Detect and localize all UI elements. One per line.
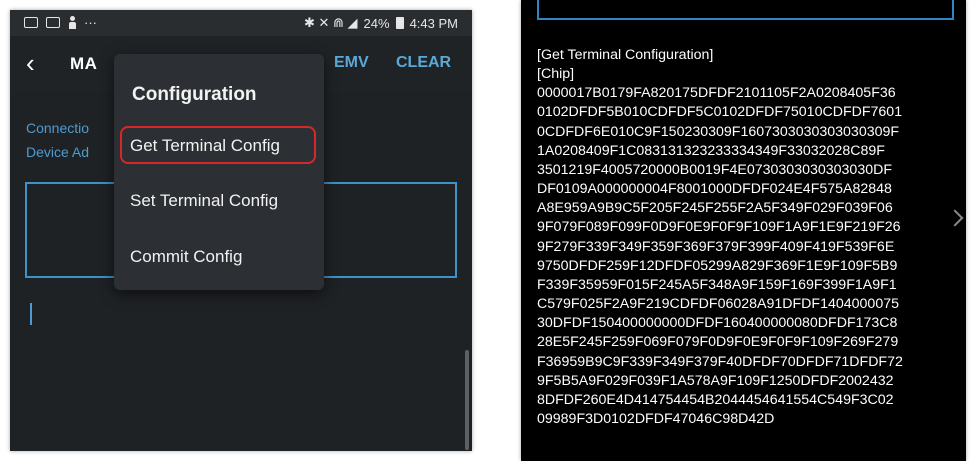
log-line: 09989F3D0102DFDF47046C98D42D — [537, 410, 775, 427]
log-line: [Chip] — [537, 66, 575, 83]
more-notifications-icon: ··· — [84, 15, 97, 30]
log-line: 9F5B5A9F029F039F1A578A9F109F1250DFDF2002… — [537, 372, 894, 389]
clear-button[interactable]: CLEAR — [396, 54, 451, 72]
emv-button[interactable]: EMV — [334, 54, 369, 72]
log-line: 3501219F4005720000B0019F4E07303030303030… — [537, 161, 893, 178]
log-line: F36959B9C9F339F349F379F40DFDF70DFDF71DFD… — [537, 353, 903, 370]
log-line: A8E959A9B9C5F205F245F255F2A5F349F029F039… — [537, 200, 893, 217]
log-line: 8DFDF260E4D414754454B2044454641554C549F3… — [537, 391, 894, 408]
menu-item-commit-config[interactable]: Commit Config — [120, 238, 316, 276]
status-icons: ✱ ✕ ⋒ ◢ — [304, 15, 358, 30]
log-line: 0000017B0179FA820175DFDF2101105F2A020840… — [537, 85, 896, 102]
menu-item-set-terminal-config[interactable]: Set Terminal Config — [120, 182, 316, 220]
text-cursor — [30, 303, 32, 325]
scrollbar[interactable] — [465, 350, 469, 450]
log-line: [Get Terminal Configuration] — [537, 47, 714, 63]
log-line: 0CDFDF6E010C9F150230309F1607303030303030… — [537, 123, 900, 140]
log-line: 28E5F245F259F069F079F0D9F0E9F0F9F109F269… — [537, 334, 899, 351]
log-line: 9750DFDF259F12DFDF05299A829F369F1E9F109F… — [537, 257, 898, 274]
phone-screen-left: ··· ✱ ✕ ⋒ ◢ 24% 4:43 PM ‹ MA EMV CLEAR C… — [10, 10, 472, 451]
log-line: 9F079F089F099F0D9F0E9F0F9F109F1A9F1E9F21… — [537, 219, 901, 236]
log-line: 0102DFDF5B010CDFDF5C0102DFDF75010CDFDF76… — [537, 104, 903, 121]
person-notification-icon — [68, 16, 76, 29]
log-line: 9F279F339F349F359F369F379F399F409F419F53… — [537, 238, 895, 255]
menu-item-label: Set Terminal Config — [130, 191, 279, 210]
configuration-menu: Configuration Get Terminal Config Set Te… — [114, 54, 324, 290]
app-title: MA — [70, 54, 98, 73]
status-bar: ··· ✱ ✕ ⋒ ◢ 24% 4:43 PM — [10, 10, 472, 36]
connection-label: Connectio — [26, 120, 90, 136]
log-line: DF0109A000000004F8001000DFDF024E4F575A82… — [537, 181, 892, 198]
gallery-notification-icon — [24, 17, 38, 28]
image-notification-icon — [46, 17, 60, 28]
command-input-box[interactable] — [537, 0, 954, 20]
log-line: C579F025F2A9F219CDFDF06028A91DFDF1404000… — [537, 296, 899, 313]
device-address-label: Device Ad — [26, 144, 90, 160]
menu-item-label: Commit Config — [130, 247, 243, 266]
battery-icon — [395, 17, 404, 29]
battery-percent: 24% — [363, 15, 390, 31]
back-arrow-icon[interactable]: ‹ — [26, 48, 35, 78]
phone-screen-right: [Get Terminal Configuration] [Chip] 000001… — [521, 0, 966, 461]
log-line: F339F35959F015F245A5F348A9F159F169F399F1… — [537, 276, 897, 293]
menu-item-get-terminal-config[interactable]: Get Terminal Config — [120, 126, 316, 164]
clock: 4:43 PM — [409, 15, 458, 31]
log-line: 1A0208409F1C083131323233334349F33032028C… — [537, 142, 885, 159]
menu-item-label: Get Terminal Config — [130, 136, 280, 155]
log-line: 30DFDF150400000000DFDF160400000080DFDF17… — [537, 315, 898, 332]
log-output: [Get Terminal Configuration] [Chip] 000001… — [537, 46, 962, 429]
menu-title: Configuration — [132, 84, 257, 105]
